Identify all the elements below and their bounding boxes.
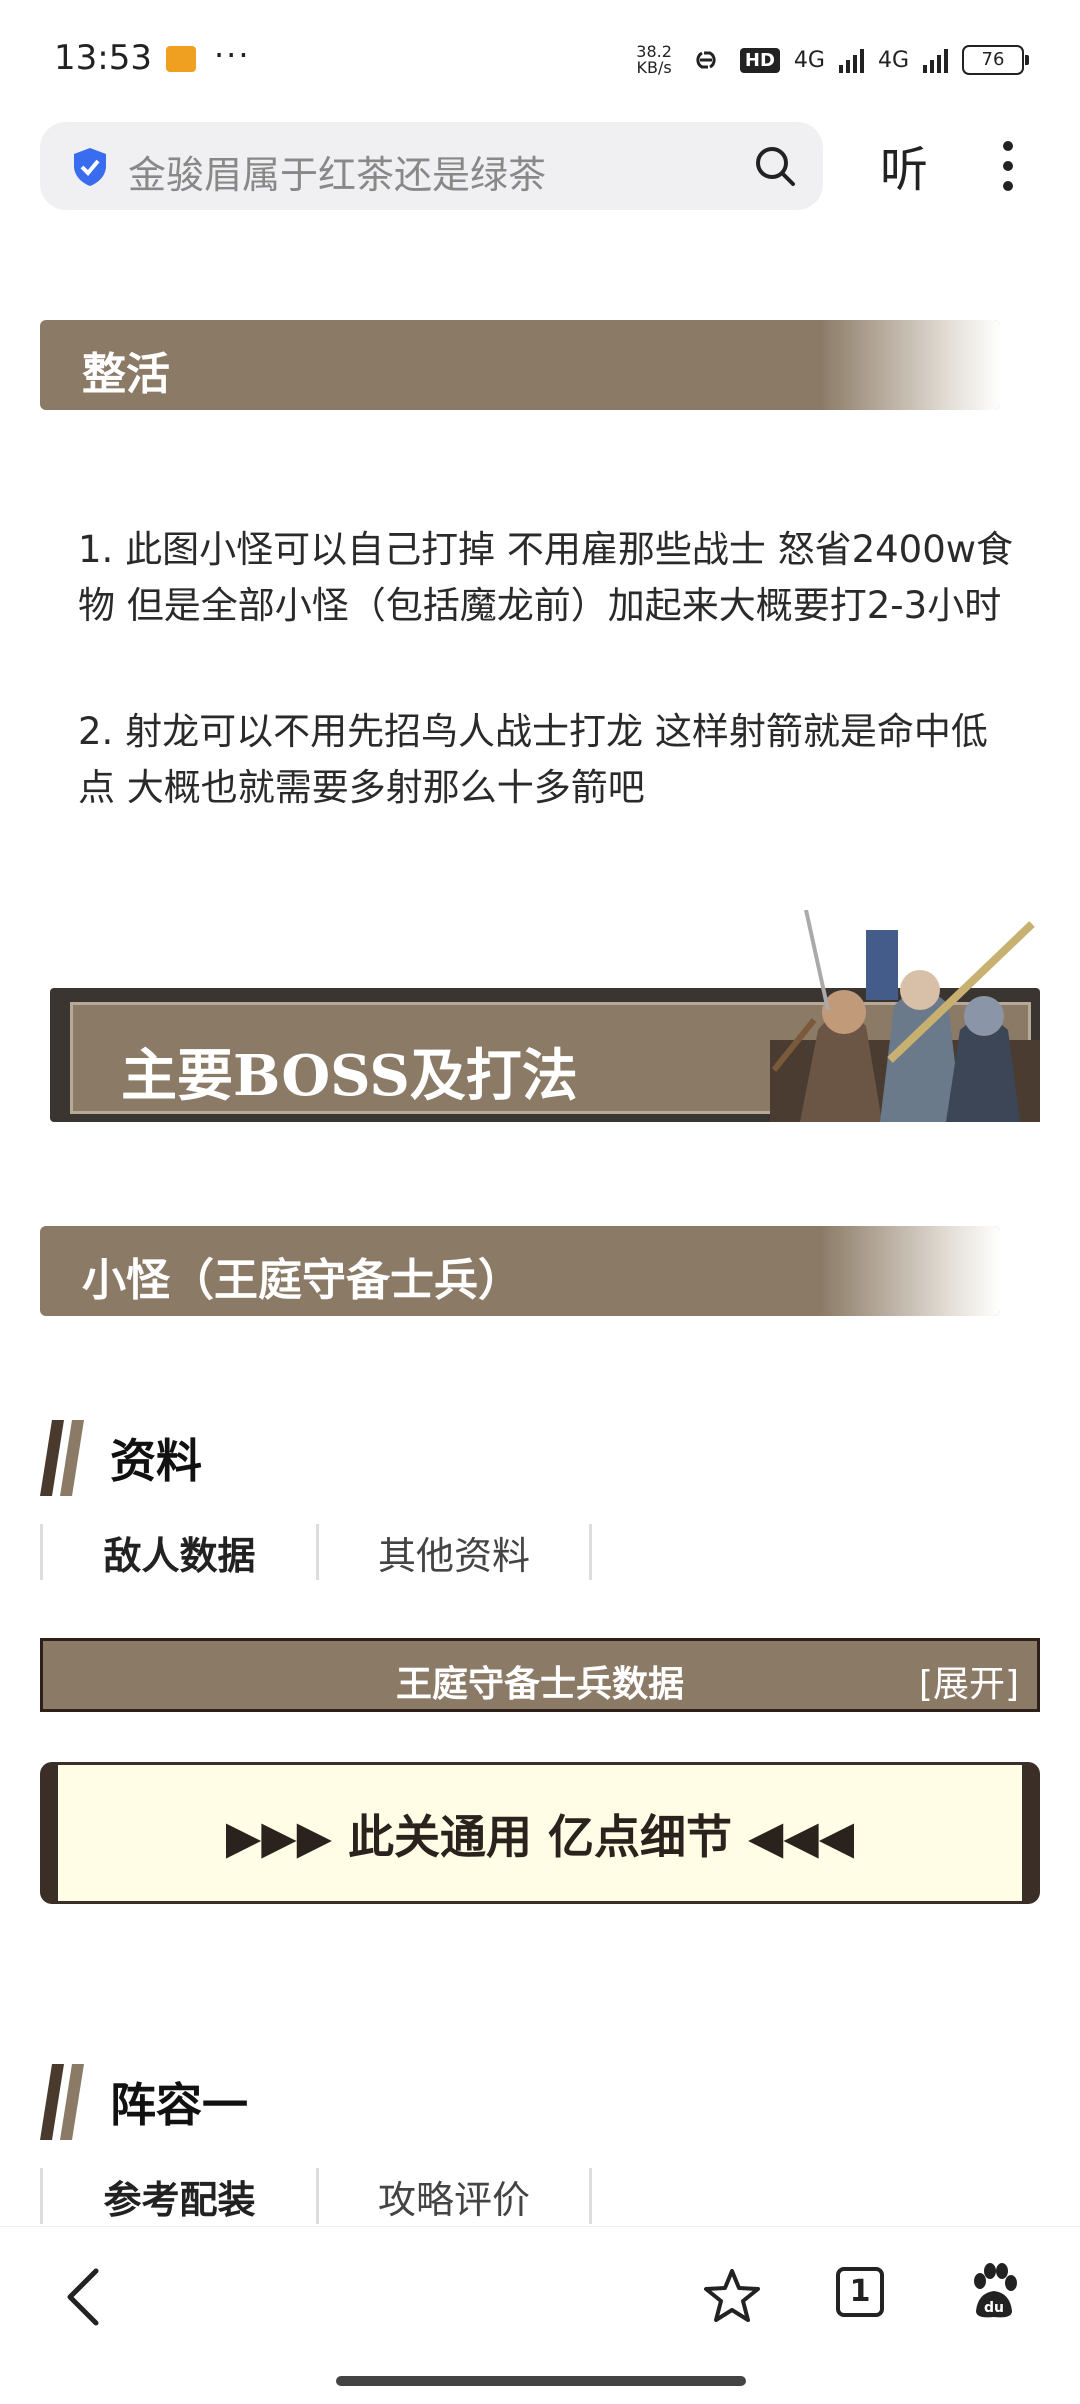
- warriors-illustration: [770, 910, 1040, 1122]
- section-title: 整活: [82, 349, 170, 400]
- back-icon[interactable]: [62, 2265, 106, 2329]
- status-indicators: 38.2 KB/s HD 4G 4G 76: [636, 40, 1029, 80]
- favorite-star-icon[interactable]: [702, 2267, 762, 2325]
- battery-icon: 76: [962, 45, 1029, 75]
- expand-toggle[interactable]: [展开]: [919, 1655, 1019, 1707]
- shield-icon: [74, 148, 106, 186]
- slash-decoration-icon: [40, 1420, 84, 1496]
- app-notification-icon: [166, 46, 196, 72]
- network-type-2: 4G: [877, 47, 909, 73]
- signal-icon-2: [923, 47, 948, 73]
- home-indicator[interactable]: [336, 2376, 746, 2386]
- general-tip-box[interactable]: ▶▶▶ 此关通用 亿点细节 ◀◀◀: [40, 1762, 1040, 1904]
- search-icon[interactable]: [753, 144, 797, 188]
- tab-enemy-data[interactable]: 敌人数据: [40, 1524, 316, 1580]
- status-time: 13:53: [54, 38, 152, 78]
- section-title: 小怪（王庭守备士兵）: [82, 1255, 522, 1306]
- tip-paragraph: 1. 此图小怪可以自己打掉 不用雇那些战士 怒省2400w食物 但是全部小怪（包…: [78, 528, 1014, 627]
- slash-decoration-icon: [40, 2064, 84, 2140]
- signal-icon: [838, 47, 864, 73]
- boss-banner: 主要BOSS及打法: [50, 910, 1040, 1122]
- net-speed: 38.2 KB/s: [636, 42, 672, 77]
- tab-strategy-review[interactable]: 攻略评价: [316, 2168, 592, 2224]
- listen-button[interactable]: 听: [880, 130, 928, 200]
- boss-title: 主要BOSS及打法: [121, 1043, 578, 1109]
- info-heading: 资料: [40, 1420, 202, 1496]
- section-banner-tips: 整活: [40, 320, 1000, 410]
- info-heading-text: 资料: [110, 1434, 202, 1488]
- data-bar-title: 王庭守备士兵数据: [395, 1664, 684, 1705]
- hd-badge: HD: [739, 47, 780, 73]
- tabs-count-button[interactable]: 1: [836, 2267, 884, 2317]
- tip-box-text: ▶▶▶ 此关通用 亿点细节 ◀◀◀: [225, 1810, 855, 1864]
- search-bar[interactable]: 金骏眉属于红茶还是绿茶: [40, 122, 823, 210]
- svg-text:du: du: [984, 2300, 1004, 2316]
- more-menu-icon[interactable]: [998, 138, 1018, 194]
- tab-reference-build[interactable]: 参考配装: [40, 2168, 316, 2224]
- network-type-1: 4G: [793, 47, 825, 73]
- more-notifications-icon: ···: [214, 36, 251, 74]
- tab-other-info[interactable]: 其他资料: [316, 1524, 592, 1580]
- tip-paragraph: 2. 射龙可以不用先招鸟人战士打龙 这样射箭就是命中低点 大概也就需要多射那么十…: [78, 710, 988, 809]
- section-banner-minion: 小怪（王庭守备士兵）: [40, 1226, 1000, 1316]
- enemy-data-collapsible[interactable]: 王庭守备士兵数据 [展开]: [40, 1638, 1040, 1712]
- search-input[interactable]: 金骏眉属于红茶还是绿茶: [128, 144, 546, 199]
- lineup-heading: 阵容一: [40, 2064, 248, 2140]
- baidu-paw-icon[interactable]: du: [968, 2263, 1020, 2319]
- info-tabs: 敌人数据 其他资料: [40, 1524, 592, 1584]
- lineup-heading-text: 阵容一: [110, 2078, 248, 2132]
- lineup-tabs: 参考配装 攻略评价: [40, 2168, 592, 2228]
- link-icon: [696, 51, 716, 69]
